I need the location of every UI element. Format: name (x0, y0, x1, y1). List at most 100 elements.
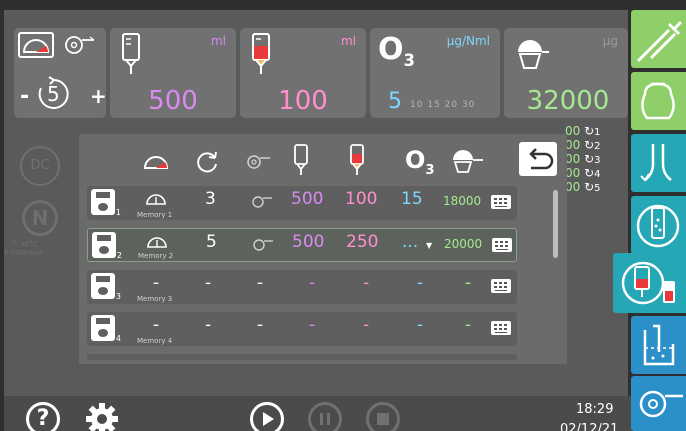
dropdown-caret-icon[interactable]: ▼ (426, 241, 432, 250)
back-button[interactable] (519, 142, 557, 176)
memory-concentration: - (417, 273, 424, 293)
background-cycles-list: 00 ↻1 00 ↻2 00 ↻3 00 ↻4 00 ↻5 (565, 124, 625, 194)
dc-label: DC (30, 158, 50, 173)
bag-mode-button[interactable] (631, 72, 686, 130)
pause-icon (320, 413, 330, 425)
play-button[interactable] (250, 402, 284, 431)
cycle-column-icon (197, 151, 217, 173)
scale-icon (518, 40, 549, 69)
bottle-mode-button[interactable] (631, 196, 686, 254)
volume1-card[interactable]: ml 500 (110, 28, 236, 118)
fan-output-button[interactable] (631, 376, 686, 431)
cycle-list-item: 00 ↻2 (565, 138, 601, 152)
memory-popup: O3 1 Memory 1 3 500 100 15 18000 2 Memor… (79, 134, 567, 364)
memory-concentration: - (417, 315, 424, 335)
temperature-text: T: 30°C (12, 240, 38, 248)
dose-card[interactable]: µg 32000 (504, 28, 628, 118)
ozone-options[interactable]: 10 15 20 30 (410, 100, 475, 110)
gauge-column-icon (143, 156, 169, 169)
ozone-value: 5 (388, 89, 402, 114)
volume1-unit: ml (210, 34, 226, 48)
memory-name: Memory 3 (137, 295, 173, 303)
split-mode-button[interactable] (631, 134, 686, 192)
bag-empty-column-icon (294, 144, 308, 175)
fan-icon (65, 36, 95, 54)
save-memory-button[interactable]: 2 (92, 232, 122, 260)
memory-fan: - (257, 315, 264, 335)
memory-concentration: 15 (401, 189, 423, 209)
pause-button[interactable] (308, 402, 342, 431)
memory-volume2: 250 (346, 232, 379, 252)
memory-row[interactable]: 3 - Memory 3 - - - - - - (87, 270, 517, 304)
bottom-bar: ? 18:29 02/12/21 (4, 396, 632, 431)
memory-volume2: 100 (345, 189, 378, 209)
memory-name: Memory 1 (137, 211, 173, 219)
ozone-column-header: O3 (405, 146, 435, 178)
keyboard-icon[interactable] (491, 321, 511, 335)
gauge-mode-button[interactable] (18, 32, 54, 58)
syringe-icon (636, 20, 683, 63)
ozone-symbol: O3 (378, 32, 415, 70)
cycle-list-item: 00 ↻4 (565, 166, 601, 180)
dc-button[interactable]: DC (20, 146, 60, 186)
help-button[interactable]: ? (26, 402, 60, 431)
memory-mode: - (153, 273, 160, 293)
memory-volume1: - (309, 315, 316, 335)
memory-row[interactable]: 1 Memory 1 3 500 100 15 18000 (87, 186, 517, 220)
memory-dose: - (465, 315, 472, 335)
bag-icon (641, 82, 675, 120)
save-memory-button[interactable]: 4 (91, 315, 121, 343)
split-arrows-icon (640, 144, 672, 182)
stop-button[interactable] (366, 402, 400, 431)
blood-bag-mode-button[interactable] (613, 253, 686, 313)
cycle-list-item: 00 ↻1 (565, 124, 601, 138)
ozone-unit: µg/Nml (446, 34, 490, 48)
save-memory-button[interactable]: 3 (91, 273, 121, 301)
memory-row-partial (87, 354, 517, 360)
scrollbar-thumb[interactable] (553, 190, 558, 258)
memory-name: Memory 2 (138, 252, 174, 260)
play-icon (263, 412, 274, 426)
memory-mode: - (153, 315, 160, 335)
ozone-card[interactable]: O3 µg/Nml 5 10 15 20 30 (370, 28, 500, 118)
help-icon: ? (36, 406, 50, 431)
dose-value: 32000 (526, 86, 610, 116)
cycles-value: 5 (47, 82, 60, 106)
fan-mode-button[interactable] (60, 32, 100, 58)
cycle-list-item: 00 ↻3 (565, 152, 601, 166)
cycles-minus-button[interactable]: - (20, 84, 29, 109)
clock-time: 18:29 (576, 402, 614, 417)
immersion-mode-button[interactable] (631, 316, 686, 374)
memory-volume2: - (363, 273, 370, 293)
save-memory-button[interactable]: 1 (91, 189, 121, 217)
memory-volume1: 500 (292, 232, 325, 252)
memory-dose: 18000 (443, 194, 482, 208)
mode-control-card: - 5 + (14, 28, 107, 118)
bag-blood-icon (252, 33, 270, 74)
n-button[interactable]: N (22, 200, 58, 236)
stop-icon (377, 413, 389, 425)
memory-concentration: ... (402, 232, 419, 252)
blood-bag-cycle-icon (621, 261, 675, 305)
settings-gear-icon[interactable] (84, 401, 120, 431)
volume1-value: 500 (148, 86, 198, 116)
bag-empty-icon (122, 33, 140, 74)
clock-date: 02/12/21 (560, 422, 619, 431)
memory-cycles: - (205, 273, 212, 293)
syringe-mode-button[interactable] (631, 10, 686, 68)
memory-row[interactable]: 2 Memory 2 5 500 250 ... ▼ 20000 (87, 228, 517, 262)
memory-cycles: 5 (206, 232, 217, 252)
bag-blood-column-icon (350, 144, 364, 175)
cycles-plus-button[interactable]: + (90, 84, 107, 108)
right-sidebar (613, 10, 686, 431)
volume2-value: 100 (278, 86, 328, 116)
memory-row[interactable]: 4 - Memory 4 - - - - - - (87, 312, 517, 346)
fan-icon (253, 239, 273, 251)
gauge-icon (146, 194, 166, 205)
volume2-card[interactable]: ml 100 (240, 28, 366, 118)
memory-dose: 20000 (444, 237, 483, 251)
keyboard-icon[interactable] (492, 238, 512, 252)
keyboard-icon[interactable] (491, 279, 511, 293)
keyboard-icon[interactable] (491, 195, 511, 209)
cycle-list-item: 00 ↻5 (565, 180, 601, 194)
